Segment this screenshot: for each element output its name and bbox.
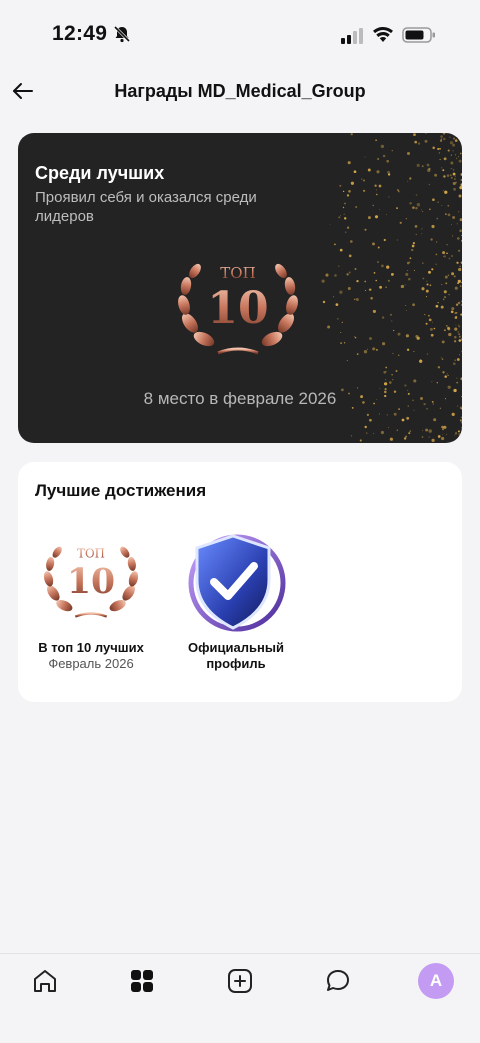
- top10-laurel-badge: ТОП 10: [178, 263, 298, 355]
- bell-muted-icon: [113, 25, 131, 43]
- chat-icon[interactable]: [323, 966, 353, 996]
- status-time: 12:49: [52, 22, 108, 45]
- status-bar: 12:49: [0, 0, 480, 70]
- badge-top-text: ТОП: [220, 264, 255, 282]
- signal-icon: [341, 28, 363, 44]
- shield-check-icon: [188, 534, 286, 632]
- badge-top-text: ТОП: [77, 547, 105, 561]
- achievements-title: Лучшие достижения: [35, 481, 207, 500]
- grid-icon[interactable]: [127, 966, 157, 996]
- hero-description: Проявил себя и оказался среди лидеров: [35, 189, 257, 225]
- battery-icon: [402, 27, 435, 43]
- profile-avatar[interactable]: A: [418, 963, 454, 999]
- achievements-card: Лучшие достижения ТОП 10 В топ 10 лучших…: [18, 462, 462, 702]
- bottom-nav: A: [0, 953, 480, 1043]
- badge-number-text: 10: [67, 562, 115, 602]
- hero-card: Среди лучших Проявил себя и оказался сре…: [18, 133, 462, 443]
- page-title: Награды MD_Medical_Group: [114, 81, 366, 101]
- add-post-icon[interactable]: [225, 966, 255, 996]
- achievement-date: Февраль 2026: [48, 656, 134, 671]
- achievement-label: Официальный профиль: [188, 640, 284, 671]
- hero-rank-text: 8 место в феврале 2026: [143, 389, 337, 408]
- header: Награды MD_Medical_Group: [0, 70, 480, 114]
- badge-number-text: 10: [207, 283, 268, 334]
- hero-title: Среди лучших: [35, 163, 165, 183]
- achievement-official-profile[interactable]: Официальный профиль: [176, 530, 296, 672]
- wifi-icon: [373, 26, 393, 42]
- achievement-top10[interactable]: ТОП 10 В топ 10 лучших Февраль 2026: [31, 530, 151, 672]
- top10-laurel-badge-small: ТОП 10: [43, 546, 139, 618]
- achievement-label: В топ 10 лучших: [38, 640, 144, 655]
- home-icon[interactable]: [30, 966, 60, 996]
